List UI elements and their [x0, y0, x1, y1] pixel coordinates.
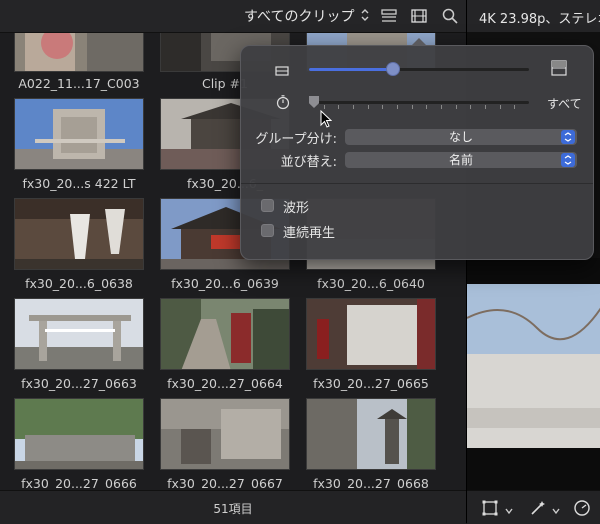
clip-name: fx30_20...6_0640: [317, 276, 425, 291]
waveform-label: 波形: [283, 201, 310, 216]
clip-name: fx30_20...27_0667: [167, 476, 283, 490]
clip-size-slider-knob[interactable]: [385, 62, 400, 76]
browser-status-bar: 51項目: [0, 490, 466, 524]
waveform-checkbox[interactable]: [261, 199, 274, 212]
clip-item[interactable]: fx30_20...s 422 LT: [14, 98, 144, 191]
chevron-updown-icon: [561, 153, 575, 167]
popover-separator: [241, 183, 593, 184]
transform-icon[interactable]: [481, 499, 499, 521]
duration-slider-tick: [382, 105, 384, 109]
stopwatch-icon: [275, 94, 291, 114]
speed-gauge-icon[interactable]: [573, 499, 591, 521]
duration-slider-tick: [367, 105, 369, 109]
continuous-playback-label: 連続再生: [283, 226, 336, 241]
duration-slider-tick: [441, 105, 442, 109]
group-by-value: なし: [448, 130, 473, 144]
duration-slider-tick: [397, 105, 398, 109]
clip-name: fx30_20...27_0666: [21, 476, 137, 490]
clip-size-slider[interactable]: [309, 62, 529, 76]
large-clip-size-icon: [551, 60, 567, 80]
popover-arrow: [411, 38, 427, 46]
clip-item[interactable]: fx30_20...27_0667: [160, 398, 290, 490]
clip-name: fx30_20...6_0638: [25, 276, 133, 291]
sort-by-value: 名前: [448, 153, 473, 167]
clip-thumbnail: [14, 398, 144, 470]
duration-slider-ticks: [309, 105, 529, 109]
clip-name: fx30_20...27_0665: [313, 376, 429, 391]
clip-thumbnail: [160, 398, 290, 470]
clip-name: fx30_20...6_0639: [171, 276, 279, 291]
viewer-controls: [467, 490, 600, 524]
filmstrip-view-icon[interactable]: [410, 7, 428, 25]
clip-name: A022_11...17_C003: [18, 76, 140, 91]
clip-name: fx30_20...s 422 LT: [22, 176, 136, 191]
group-by-select[interactable]: なし: [345, 129, 577, 145]
viewer-format-label: 4K 23.98p、ステレオ: [479, 12, 600, 27]
viewer-frame: [467, 258, 600, 490]
clip-thumbnail: [14, 298, 144, 370]
clip-count: 51項目: [213, 502, 253, 516]
magic-wand-icon[interactable]: [529, 499, 547, 521]
clip-size-slider-fill: [309, 68, 393, 71]
duration-slider-tick: [323, 105, 325, 109]
clip-item[interactable]: fx30_20...27_0666: [14, 398, 144, 490]
clip-item[interactable]: fx30_20...27_0668: [306, 398, 436, 490]
clip-name: fx30_20...27_0668: [313, 476, 429, 490]
clip-thumbnail: [14, 98, 144, 170]
search-icon[interactable]: [441, 7, 459, 25]
clip-item[interactable]: fx30_20...6_0638: [14, 198, 144, 291]
group-by-label: グループ分け:: [255, 132, 337, 147]
browser-toolbar: すべてのクリップ: [0, 0, 466, 33]
chevron-updown-icon: [561, 130, 575, 144]
duration-slider-tick: [353, 105, 354, 109]
clip-item[interactable]: A022_11...17_C003: [14, 33, 144, 91]
clip-thumbnail: [160, 298, 290, 370]
sort-by-label: 並び替え:: [280, 155, 337, 170]
duration-slider-tick: [485, 105, 486, 109]
viewer-toolbar: 4K 23.98p、ステレオ: [467, 0, 600, 33]
chevron-updown-icon: [360, 8, 370, 25]
clip-thumbnail: [14, 198, 144, 270]
continuous-playback-checkbox[interactable]: [261, 224, 274, 237]
clip-name: fx30_20...27_0663: [21, 376, 137, 391]
duration-slider-tick: [470, 105, 472, 109]
chevron-down-icon[interactable]: [551, 501, 561, 520]
duration-slider-tick: [455, 105, 457, 109]
duration-slider-tick: [499, 105, 501, 109]
clip-thumbnail: [306, 398, 436, 470]
list-view-icon[interactable]: [380, 7, 398, 25]
clip-appearance-popover: すべて グループ分け: なし 並び替え: 名前 波形 連続再生: [240, 38, 594, 260]
duration-value-label: すべて: [547, 97, 582, 111]
clip-thumbnail: [306, 298, 436, 370]
duration-slider-tick: [411, 105, 413, 109]
clip-thumbnail: [14, 33, 144, 72]
clip-item[interactable]: fx30_20...27_0665: [306, 298, 436, 391]
clip-item[interactable]: fx30_20...27_0664: [160, 298, 290, 391]
duration-slider[interactable]: [309, 96, 529, 109]
clip-filter-label: すべてのクリップ: [244, 9, 355, 25]
duration-slider-tick: [426, 105, 428, 109]
duration-slider-tick: [338, 105, 340, 109]
sort-by-select[interactable]: 名前: [345, 152, 577, 168]
clip-item[interactable]: fx30_20...27_0663: [14, 298, 144, 391]
chevron-down-icon[interactable]: [504, 501, 514, 520]
duration-slider-tick: [514, 105, 516, 109]
clip-filter-menu[interactable]: すべてのクリップ: [244, 6, 370, 26]
small-clip-size-icon: [275, 62, 289, 81]
clip-name: fx30_20...27_0664: [167, 376, 283, 391]
